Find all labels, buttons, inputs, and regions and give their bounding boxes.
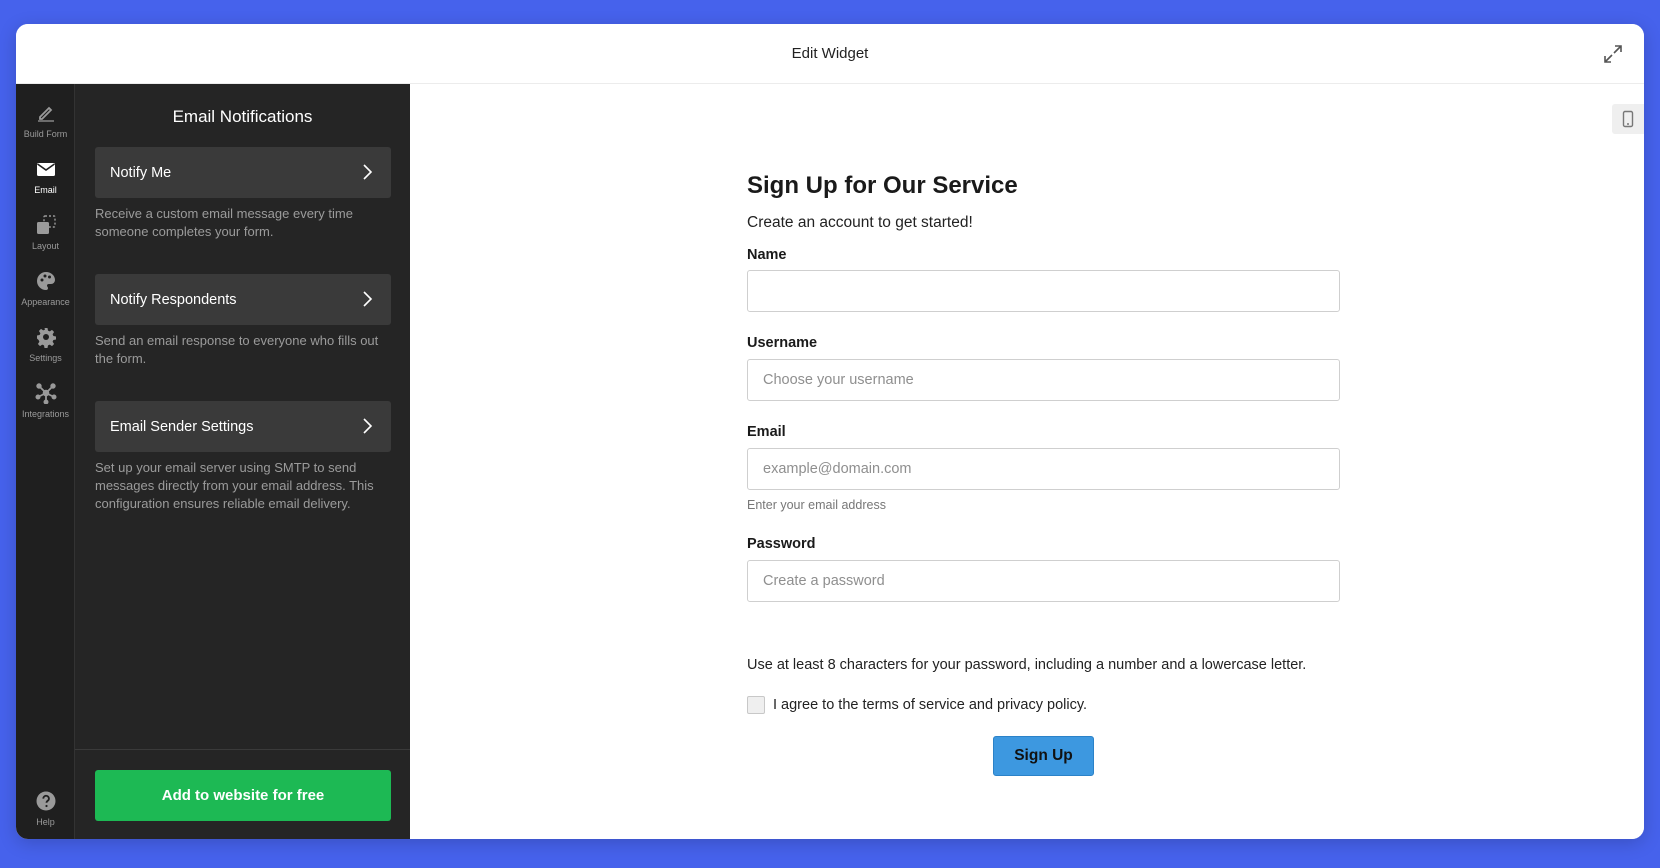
rail-item-integrations[interactable]: Integrations bbox=[16, 372, 75, 424]
rail-item-layout[interactable]: Layout bbox=[16, 204, 75, 256]
card-label: Notify Me bbox=[110, 164, 172, 181]
card-description: Receive a custom email message every tim… bbox=[95, 206, 353, 239]
card-description: Send an email response to everyone who f… bbox=[95, 333, 379, 366]
email-notifications-panel: Email Notifications Notify Me Receive a … bbox=[75, 84, 410, 839]
rail-item-help[interactable]: Help bbox=[16, 780, 75, 832]
password-hint: Use at least 8 characters for your passw… bbox=[747, 657, 1307, 673]
window-header: Edit Widget bbox=[16, 24, 1644, 84]
panel-footer: Add to website for free bbox=[75, 749, 410, 839]
rail-item-build-form[interactable]: Build Form bbox=[16, 92, 75, 144]
pencil-icon bbox=[37, 106, 54, 122]
card-description: Set up your email server using SMTP to s… bbox=[95, 460, 374, 511]
rail-label: Settings bbox=[29, 353, 62, 363]
rail-label: Email bbox=[34, 185, 57, 195]
terms-checkbox[interactable] bbox=[747, 696, 765, 714]
rail-label: Help bbox=[36, 817, 55, 827]
panel-title: Email Notifications bbox=[172, 107, 313, 126]
rail-label: Integrations bbox=[21, 409, 70, 419]
email-label: Email bbox=[747, 424, 786, 440]
rail-item-email[interactable]: Email bbox=[16, 148, 75, 200]
chevron-right-icon bbox=[363, 291, 373, 307]
window-title: Edit Widget bbox=[791, 45, 869, 62]
name-input[interactable] bbox=[747, 270, 1340, 312]
card-label: Email Sender Settings bbox=[110, 418, 254, 435]
layout-icon bbox=[36, 215, 56, 234]
icon-rail: Build Form Email Layout Appearance Setti… bbox=[16, 84, 75, 839]
notify-respondents-button[interactable]: Notify Respondents bbox=[95, 274, 391, 325]
email-sender-settings-button[interactable]: Email Sender Settings bbox=[95, 401, 391, 452]
integrations-icon bbox=[34, 383, 56, 404]
mobile-preview-toggle[interactable] bbox=[1612, 104, 1644, 134]
palette-icon bbox=[36, 272, 55, 290]
card-label: Notify Respondents bbox=[110, 291, 237, 308]
username-label: Username bbox=[747, 335, 818, 351]
phone-icon bbox=[1622, 110, 1634, 128]
form-subtitle: Create an account to get started! bbox=[747, 214, 973, 231]
sign-up-button[interactable]: Sign Up bbox=[993, 736, 1094, 776]
rail-item-appearance[interactable]: Appearance bbox=[16, 260, 75, 312]
expand-icon[interactable] bbox=[1600, 41, 1626, 67]
chevron-right-icon bbox=[363, 418, 373, 434]
username-input[interactable] bbox=[747, 359, 1340, 401]
form-title: Sign Up for Our Service bbox=[747, 172, 1018, 199]
email-help-text: Enter your email address bbox=[747, 498, 886, 512]
envelope-icon bbox=[36, 163, 55, 176]
name-label: Name bbox=[747, 247, 787, 263]
rail-label: Layout bbox=[31, 241, 60, 251]
help-icon bbox=[36, 791, 55, 811]
rail-item-settings[interactable]: Settings bbox=[16, 316, 75, 368]
password-label: Password bbox=[747, 536, 816, 552]
gear-icon bbox=[36, 328, 56, 348]
add-to-website-button[interactable]: Add to website for free bbox=[95, 770, 391, 821]
terms-agreement: I agree to the terms of service and priv… bbox=[747, 696, 1087, 714]
terms-label: I agree to the terms of service and priv… bbox=[773, 697, 1088, 713]
notify-me-button[interactable]: Notify Me bbox=[95, 147, 391, 198]
password-input[interactable] bbox=[747, 560, 1340, 602]
rail-label: Appearance bbox=[21, 297, 70, 307]
email-input[interactable] bbox=[747, 448, 1340, 490]
edit-widget-window: Edit Widget Build Form Email Layout Appe… bbox=[16, 24, 1644, 839]
chevron-right-icon bbox=[363, 164, 373, 180]
rail-label: Build Form bbox=[23, 129, 68, 139]
form-preview-canvas: Sign Up for Our Service Create an accoun… bbox=[410, 84, 1644, 839]
